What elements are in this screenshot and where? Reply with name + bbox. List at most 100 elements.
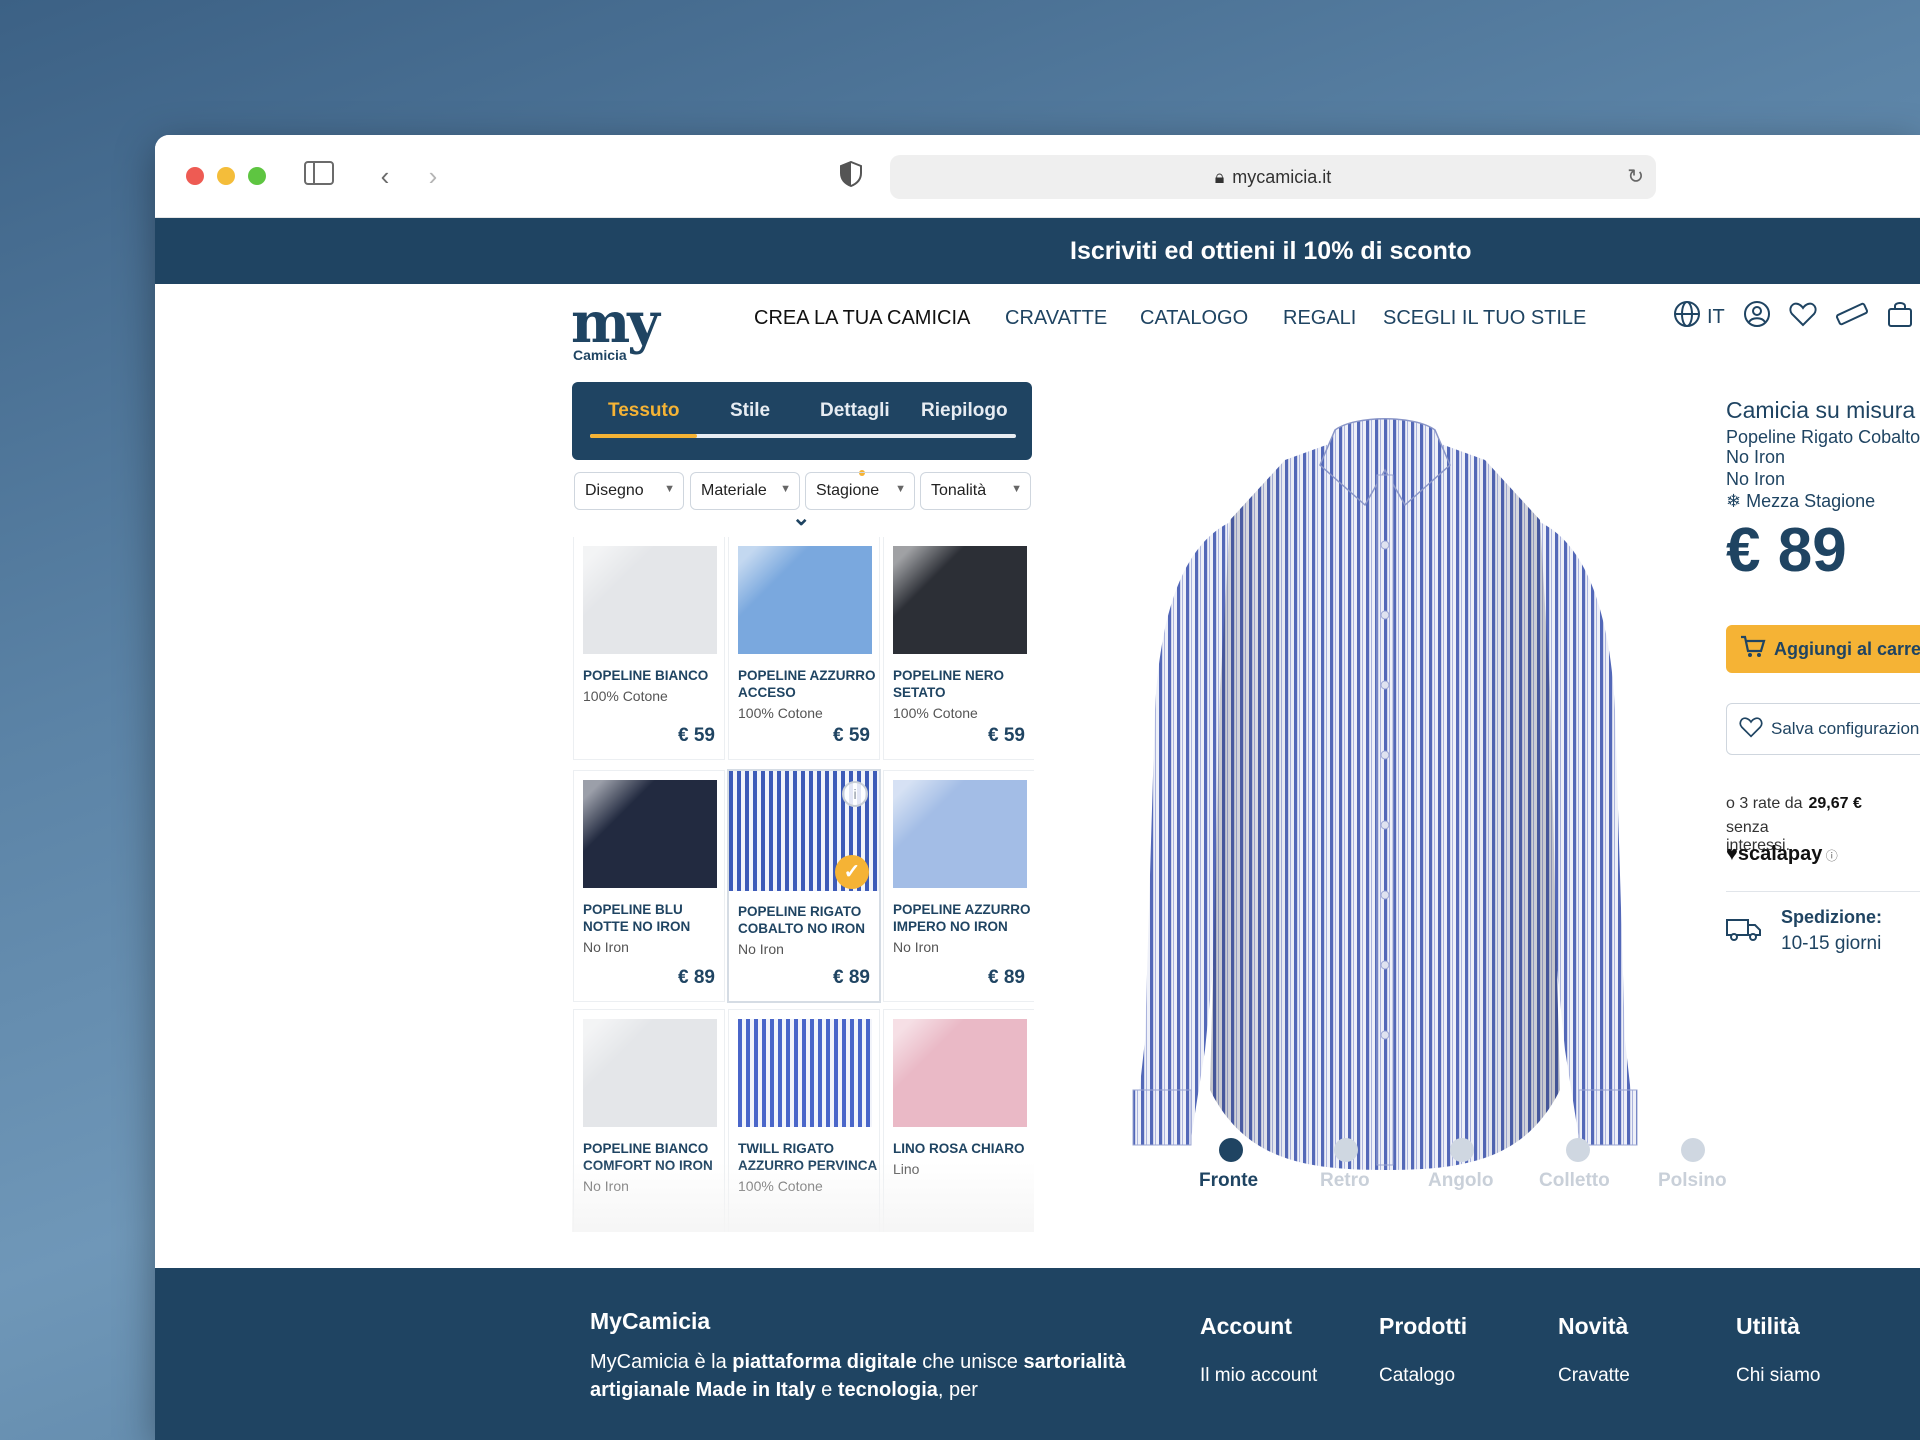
shirt-preview[interactable] [1105, 390, 1665, 1220]
fabric-name: POPELINE RIGATO COBALTO NO IRON [738, 904, 865, 936]
scalapay-logo[interactable]: ♥scalapay ⓘ [1726, 843, 1838, 866]
heart-icon[interactable] [1789, 301, 1817, 334]
add-to-cart-button[interactable]: Aggiungi al carrello [1726, 625, 1920, 673]
save-configuration-button[interactable]: Salva configurazione [1726, 703, 1920, 755]
caret-down-icon: ▼ [664, 483, 675, 495]
fabric-name: LINO ROSA CHIARO [893, 1141, 1025, 1156]
tab-tessuto[interactable]: Tessuto [608, 400, 679, 422]
header-icons: IT [1673, 300, 1913, 335]
view-label-colletto[interactable]: Colletto [1539, 1170, 1610, 1192]
cart-bag-icon[interactable] [1887, 300, 1913, 335]
fabric-card[interactable]: POPELINE AZZURRO ACCESO 100% Cotone € 59 [729, 537, 879, 759]
fabric-card[interactable]: POPELINE BIANCO 100% Cotone € 59 [574, 537, 724, 759]
fabric-price: € 89 [833, 967, 870, 988]
url-text: mycamicia.it [1232, 166, 1332, 187]
footer-text-part: e [815, 1379, 838, 1401]
forward-icon[interactable]: › [417, 161, 449, 191]
fabric-material: No Iron [893, 939, 939, 955]
minimize-window-button[interactable] [217, 167, 235, 185]
view-label-angolo[interactable]: Angolo [1428, 1170, 1493, 1192]
tab-riepilogo[interactable]: Riepilogo [921, 400, 1008, 422]
footer-text-part: MyCamicia è la [590, 1351, 733, 1373]
zoom-window-button[interactable] [248, 167, 266, 185]
footer-text-part: che unisce [916, 1351, 1024, 1373]
heart-outline-icon [1739, 716, 1763, 743]
view-dot-polsino[interactable] [1681, 1138, 1705, 1162]
nav-regali[interactable]: REGALI [1283, 307, 1356, 330]
view-dot-retro[interactable] [1334, 1138, 1358, 1162]
fabric-name: POPELINE BLU NOTTE NO IRON [583, 902, 691, 934]
promo-bar[interactable]: Iscriviti ed ottieni il 10% di sconto [155, 218, 1920, 284]
shirt-illustration [1132, 418, 1638, 1170]
footer-link-catalogo[interactable]: Catalogo [1379, 1365, 1455, 1387]
filter-label: Stagione [816, 482, 880, 499]
product-season: ❄ Mezza Stagione [1726, 491, 1875, 512]
expand-filters-chevron-icon[interactable]: ⌄ [792, 505, 810, 531]
shipping-label: Spedizione: [1781, 907, 1883, 927]
tab-progress-fill [590, 434, 697, 438]
fabric-material: No Iron [583, 939, 629, 955]
fabric-info-icon[interactable]: i [842, 781, 868, 807]
footer-link-chi-siamo[interactable]: Chi siamo [1736, 1365, 1820, 1387]
site-logo[interactable]: my Camicia [571, 290, 660, 363]
address-bar[interactable]: 🔒︎ mycamicia.it ↻ [890, 155, 1656, 199]
view-label-polsino[interactable]: Polsino [1658, 1170, 1727, 1192]
tab-dettagli[interactable]: Dettagli [820, 400, 890, 422]
installments-line: o 3 rate da 29,67 € [1726, 795, 1862, 813]
info-icon[interactable]: ⓘ [1822, 849, 1838, 863]
ruler-icon[interactable] [1835, 301, 1869, 334]
view-label-fronte[interactable]: Fronte [1199, 1170, 1258, 1192]
sidebar-toggle-icon[interactable] [303, 161, 335, 191]
nav-scegli-il-tuo-stile[interactable]: SCEGLI IL TUO STILE [1383, 307, 1586, 330]
globe-icon[interactable] [1673, 300, 1701, 335]
footer-text-bold: piattaforma digitale [732, 1351, 917, 1373]
fabric-swatch [583, 1019, 717, 1127]
nav-cravatte[interactable]: CRAVATTE [1005, 307, 1107, 330]
view-dot-fronte[interactable] [1219, 1138, 1243, 1162]
filter-label: Disegno [585, 482, 644, 499]
lock-icon: 🔒︎ [1214, 166, 1225, 187]
nav-crea-la-tua-camicia[interactable]: CREA LA TUA CAMICIA [754, 307, 970, 330]
product-fabric: Popeline Rigato Cobalto [1726, 427, 1920, 447]
fabric-swatch [893, 780, 1027, 888]
reload-icon[interactable]: ↻ [1627, 164, 1644, 189]
fabric-card[interactable]: POPELINE RIGATO COBALTO NO IRON No Iron € … [729, 771, 879, 1001]
site-footer: MyCamicia MyCamicia è la piattaforma dig… [155, 1268, 1920, 1440]
fabric-material: 100% Cotone [738, 705, 823, 721]
tab-stile[interactable]: Stile [730, 400, 770, 422]
fabric-name: POPELINE AZZURRO IMPERO NO IRON [893, 902, 1031, 934]
close-window-button[interactable] [186, 167, 204, 185]
user-icon[interactable] [1743, 300, 1771, 335]
footer-col-utilita-title: Utilità [1736, 1313, 1800, 1339]
filter-tonalita[interactable]: Tonalità ▼ [920, 472, 1031, 510]
footer-link-cravatte[interactable]: Cravatte [1558, 1365, 1630, 1387]
back-icon[interactable]: ‹ [369, 161, 401, 191]
fabric-card[interactable]: POPELINE BLU NOTTE NO IRON No Iron € 89 [574, 771, 724, 1001]
fabric-material: No Iron [738, 941, 784, 957]
logo-main: my [571, 290, 660, 356]
filter-disegno[interactable]: Disegno ▼ [574, 472, 684, 510]
fabric-price: € 59 [678, 725, 715, 746]
installments-value: 29,67 € [1808, 795, 1862, 812]
view-label-retro[interactable]: Retro [1320, 1170, 1370, 1192]
add-to-cart-label: Aggiungi al carrello [1774, 638, 1920, 659]
installments-prefix: o 3 rate da [1726, 795, 1803, 812]
filter-stagione[interactable]: Stagione ▼ [805, 472, 915, 510]
scalapay-label: scalapay [1737, 843, 1823, 865]
fabric-name: POPELINE AZZURRO ACCESO [738, 668, 876, 700]
footer-col-novita-title: Novità [1558, 1313, 1629, 1339]
fabric-grid: POPELINE BIANCO 100% Cotone € 59 POPELINE A… [572, 537, 1034, 1232]
nav-catalogo[interactable]: CATALOGO [1140, 307, 1248, 330]
fabric-card[interactable]: POPELINE AZZURRO IMPERO NO IRON No Iron € … [884, 771, 1034, 1001]
view-dot-colletto[interactable] [1566, 1138, 1590, 1162]
grid-fade-overlay [572, 1162, 1034, 1232]
cart-icon [1740, 635, 1766, 664]
shield-icon[interactable] [835, 160, 867, 191]
fabric-material: 100% Cotone [583, 688, 668, 704]
language-selector[interactable]: IT [1707, 306, 1725, 329]
footer-link-mio-account[interactable]: Il mio account [1200, 1365, 1317, 1387]
fabric-card[interactable]: POPELINE NERO SETATO 100% Cotone € 59 [884, 537, 1034, 759]
filter-materiale[interactable]: Materiale ▼ [690, 472, 800, 510]
caret-down-icon: ▼ [1011, 483, 1022, 495]
view-dot-angolo[interactable] [1450, 1138, 1474, 1162]
